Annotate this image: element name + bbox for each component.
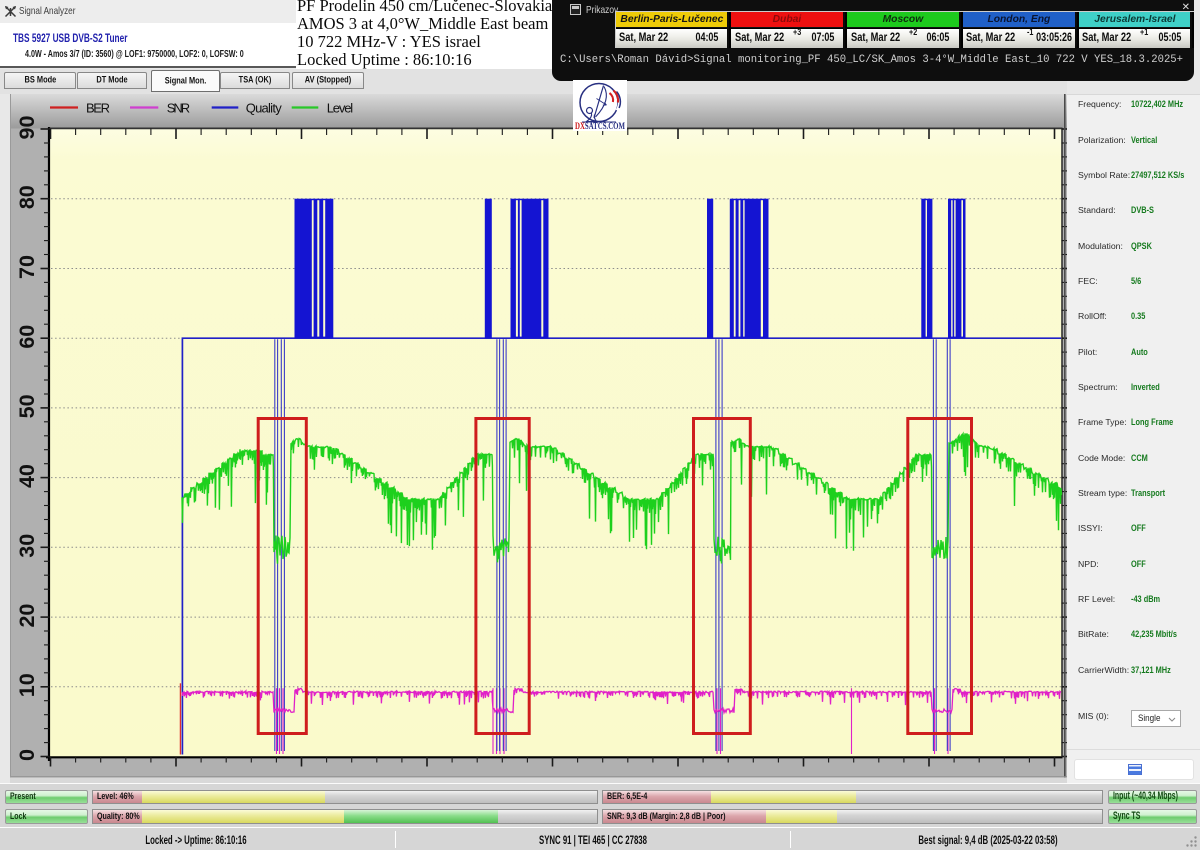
svg-text:SNR: SNR <box>167 101 191 116</box>
svg-text:30: 30 <box>15 534 39 558</box>
svg-text:DXSATCS.COM: DXSATCS.COM <box>575 121 625 131</box>
svg-text:Quality: Quality <box>246 101 283 116</box>
svg-text:20: 20 <box>15 604 39 628</box>
svg-text:90: 90 <box>15 116 39 140</box>
svg-text:0: 0 <box>15 749 39 761</box>
svg-text:70: 70 <box>15 255 39 279</box>
svg-text:60: 60 <box>15 325 39 349</box>
svg-text:40: 40 <box>15 464 39 488</box>
svg-text:80: 80 <box>15 185 39 209</box>
svg-text:BER: BER <box>86 101 110 116</box>
svg-text:10: 10 <box>15 673 39 697</box>
svg-text:Level: Level <box>327 101 354 116</box>
svg-text:50: 50 <box>15 394 39 418</box>
